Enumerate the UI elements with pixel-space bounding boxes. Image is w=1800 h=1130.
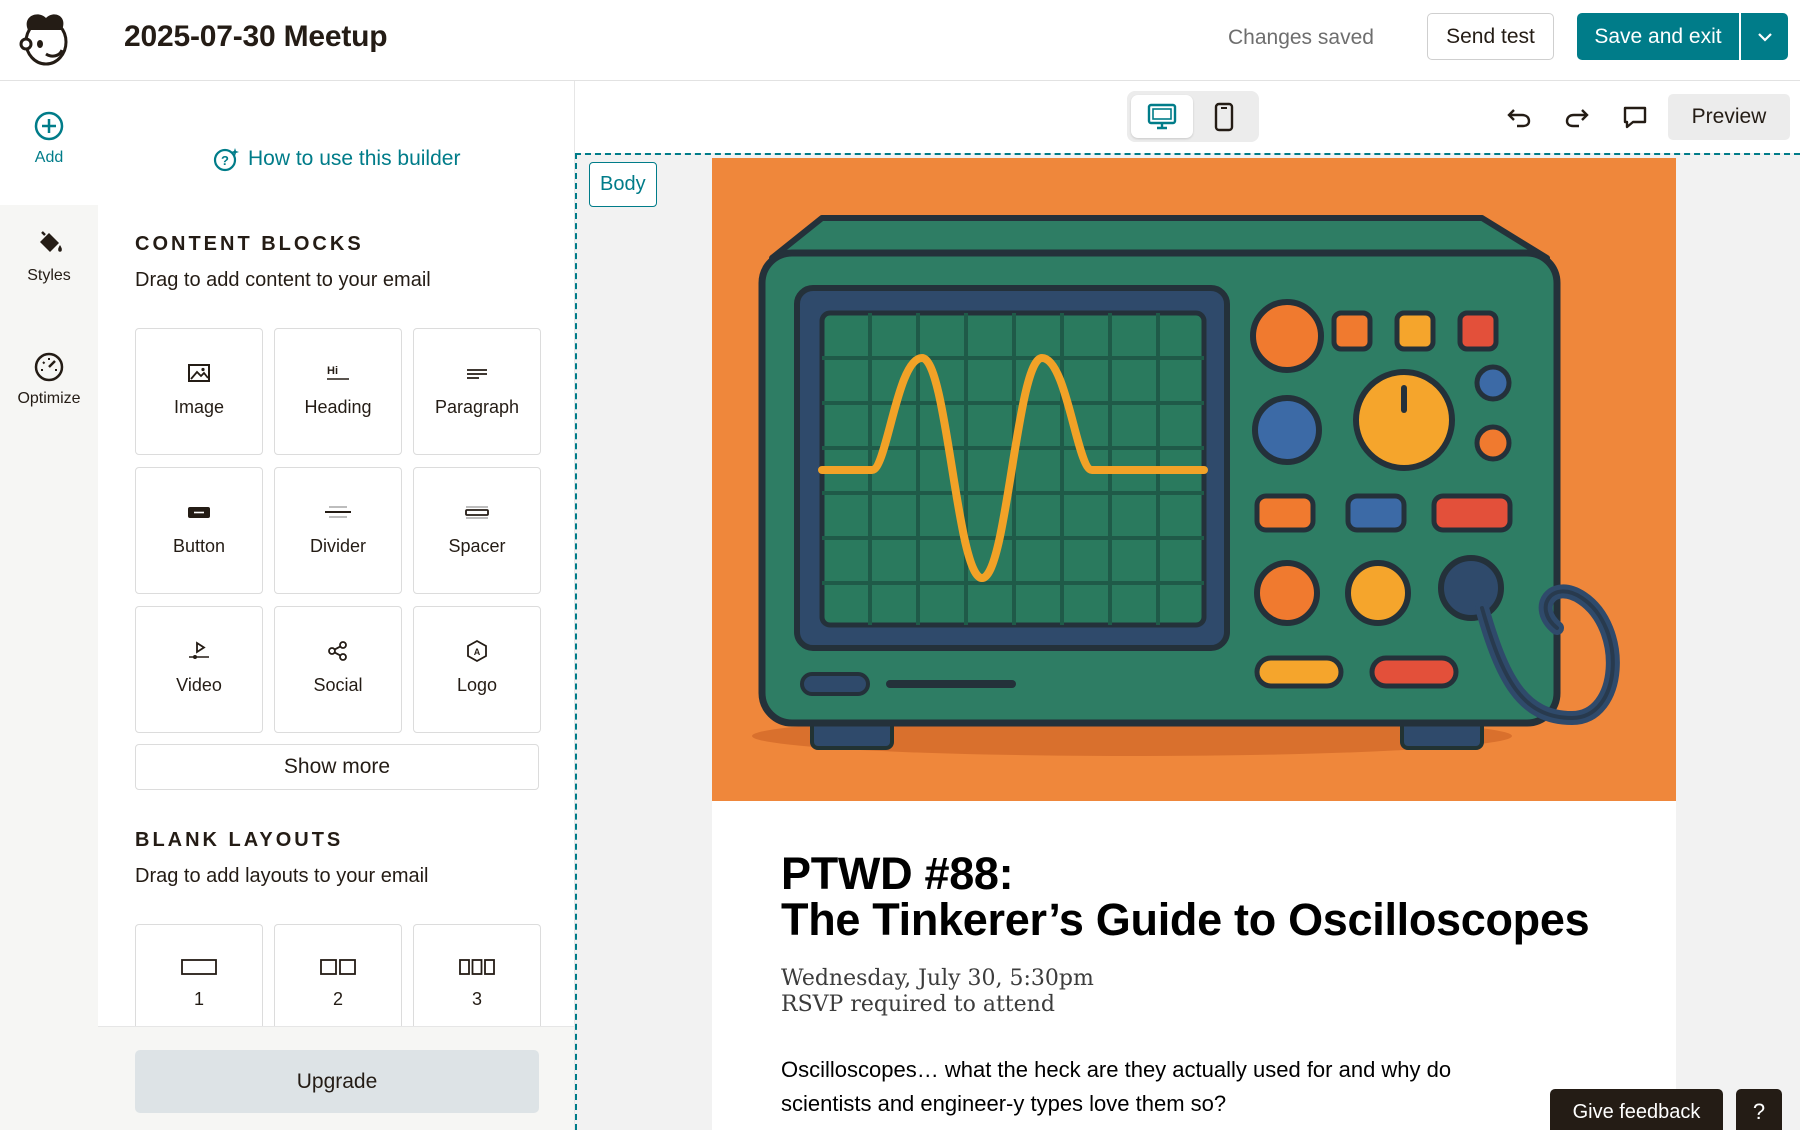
block-spacer[interactable]: Spacer xyxy=(413,467,541,594)
rail-item-styles[interactable]: Styles xyxy=(0,227,98,285)
email-body: PTWD #88: The Tinkerer’s Guide to Oscill… xyxy=(712,158,1676,1130)
desktop-monitor-icon xyxy=(1147,103,1177,129)
send-test-button[interactable]: Send test xyxy=(1427,13,1554,60)
block-label: Spacer xyxy=(448,536,506,556)
help-sparkle-icon: ? xyxy=(213,148,239,172)
block-label: Divider xyxy=(309,536,366,556)
content-panel: ? How to use this builder CONTENT BLOCKS… xyxy=(98,81,574,1130)
upgrade-button[interactable]: Upgrade xyxy=(135,1050,539,1113)
svg-text:A: A xyxy=(474,647,481,657)
paint-bucket-icon xyxy=(40,231,62,252)
block-label: Video xyxy=(176,675,222,695)
email-heading-line-1: PTWD #88: xyxy=(781,848,1014,899)
save-and-exit-button[interactable]: Save and exit xyxy=(1577,13,1739,60)
block-social[interactable]: Social xyxy=(274,606,402,733)
layout-1-column[interactable]: 1 xyxy=(135,924,263,1026)
block-label: Button xyxy=(172,536,226,556)
svg-text:?: ? xyxy=(221,153,229,168)
content-blocks-title: CONTENT BLOCKS xyxy=(135,233,364,255)
block-video[interactable]: Video xyxy=(135,606,263,733)
divider-icon xyxy=(325,506,351,518)
layout-2-columns[interactable]: 2 xyxy=(274,924,402,1026)
paragraph-icon xyxy=(467,369,487,379)
chevron-down-icon xyxy=(1757,32,1772,42)
rail-item-label: Optimize xyxy=(17,390,81,407)
rail-item-add[interactable]: Add xyxy=(0,81,98,205)
event-details-text[interactable]: Wednesday, July 30, 5:30pm RSVP required… xyxy=(781,966,1094,1018)
mobile-phone-icon xyxy=(1214,102,1234,131)
rail-item-label: Styles xyxy=(27,267,71,284)
email-heading[interactable]: PTWD #88: The Tinkerer’s Guide to Oscill… xyxy=(781,848,1590,945)
share-icon xyxy=(328,641,347,661)
block-label: Social xyxy=(313,675,363,695)
rail-item-label: Add xyxy=(34,149,64,166)
block-button[interactable]: Button xyxy=(135,467,263,594)
event-rsvp-line: RSVP required to attend xyxy=(781,992,1055,1017)
comment-bubble-icon xyxy=(1623,106,1647,129)
layout-one-column-icon xyxy=(181,959,217,975)
button-icon xyxy=(188,507,210,518)
save-status-text: Changes saved xyxy=(1228,26,1374,49)
give-feedback-button[interactable]: Give feedback xyxy=(1550,1089,1723,1130)
how-to-use-builder-label: How to use this builder xyxy=(248,147,461,170)
layout-two-columns-icon xyxy=(320,959,356,975)
help-button[interactable]: ? xyxy=(1736,1089,1782,1130)
body-section-tag[interactable]: Body xyxy=(589,162,657,207)
mailchimp-logo-icon[interactable] xyxy=(16,8,72,68)
campaign-title[interactable]: 2025-07-30 Meetup xyxy=(124,20,388,54)
comments-button[interactable] xyxy=(1618,100,1652,134)
hero-image-block[interactable] xyxy=(712,158,1676,801)
show-more-button[interactable]: Show more xyxy=(135,744,539,790)
block-paragraph[interactable]: Paragraph xyxy=(413,328,541,455)
redo-icon xyxy=(1565,109,1589,128)
block-label: Heading xyxy=(304,397,372,417)
email-heading-line-2: The Tinkerer’s Guide to Oscilloscopes xyxy=(781,894,1590,945)
block-divider[interactable]: Divider xyxy=(274,467,402,594)
block-heading[interactable]: Hi Heading xyxy=(274,328,402,455)
layout-label: 1 xyxy=(193,989,204,1009)
block-logo[interactable]: A Logo xyxy=(413,606,541,733)
desktop-view-button[interactable] xyxy=(1131,95,1193,138)
block-label: Logo xyxy=(456,675,498,695)
content-blocks-subtitle: Drag to add content to your email xyxy=(135,269,431,291)
undo-button[interactable] xyxy=(1502,100,1536,134)
layout-three-columns-icon xyxy=(459,959,495,975)
canvas-toolbar: Preview xyxy=(575,81,1800,153)
image-icon xyxy=(188,364,210,382)
preview-button[interactable]: Preview xyxy=(1668,94,1790,140)
oscilloscope-illustration xyxy=(752,215,1620,756)
email-canvas: Preview Body PTWD #88: The Tinkerer’s Gu… xyxy=(575,81,1800,1130)
layout-label: 2 xyxy=(332,989,343,1009)
layout-3-columns[interactable]: 3 xyxy=(413,924,541,1026)
save-options-dropdown-button[interactable] xyxy=(1741,13,1788,60)
video-icon xyxy=(189,641,209,659)
spacer-icon xyxy=(465,506,489,519)
svg-text:Hi: Hi xyxy=(327,365,338,377)
undo-icon xyxy=(1507,109,1531,128)
heading-icon: Hi xyxy=(327,365,349,380)
gauge-icon xyxy=(34,352,64,382)
how-to-use-builder-link[interactable]: ? How to use this builder xyxy=(212,145,460,173)
logo-icon: A xyxy=(467,639,487,663)
email-intro-paragraph[interactable]: Oscilloscopes… what the heck are they ac… xyxy=(781,1053,1541,1121)
rail-item-optimize[interactable]: Optimize xyxy=(0,350,98,408)
blank-layouts-title: BLANK LAYOUTS xyxy=(135,829,344,851)
device-toggle xyxy=(1127,91,1259,142)
layout-label: 3 xyxy=(471,989,482,1009)
block-image[interactable]: Image xyxy=(135,328,263,455)
redo-button[interactable] xyxy=(1560,100,1594,134)
block-label: Paragraph xyxy=(434,397,520,417)
left-rail: Add Styles Optimize xyxy=(0,81,98,1130)
event-date-line: Wednesday, July 30, 5:30pm xyxy=(781,966,1094,991)
plus-circle-icon xyxy=(34,111,64,141)
block-label: Image xyxy=(173,397,225,417)
top-bar: 2025-07-30 Meetup Changes saved Send tes… xyxy=(0,0,1800,81)
blank-layouts-subtitle: Drag to add layouts to your email xyxy=(135,865,429,887)
panel-footer: Upgrade xyxy=(98,1026,574,1130)
mobile-view-button[interactable] xyxy=(1193,95,1255,138)
